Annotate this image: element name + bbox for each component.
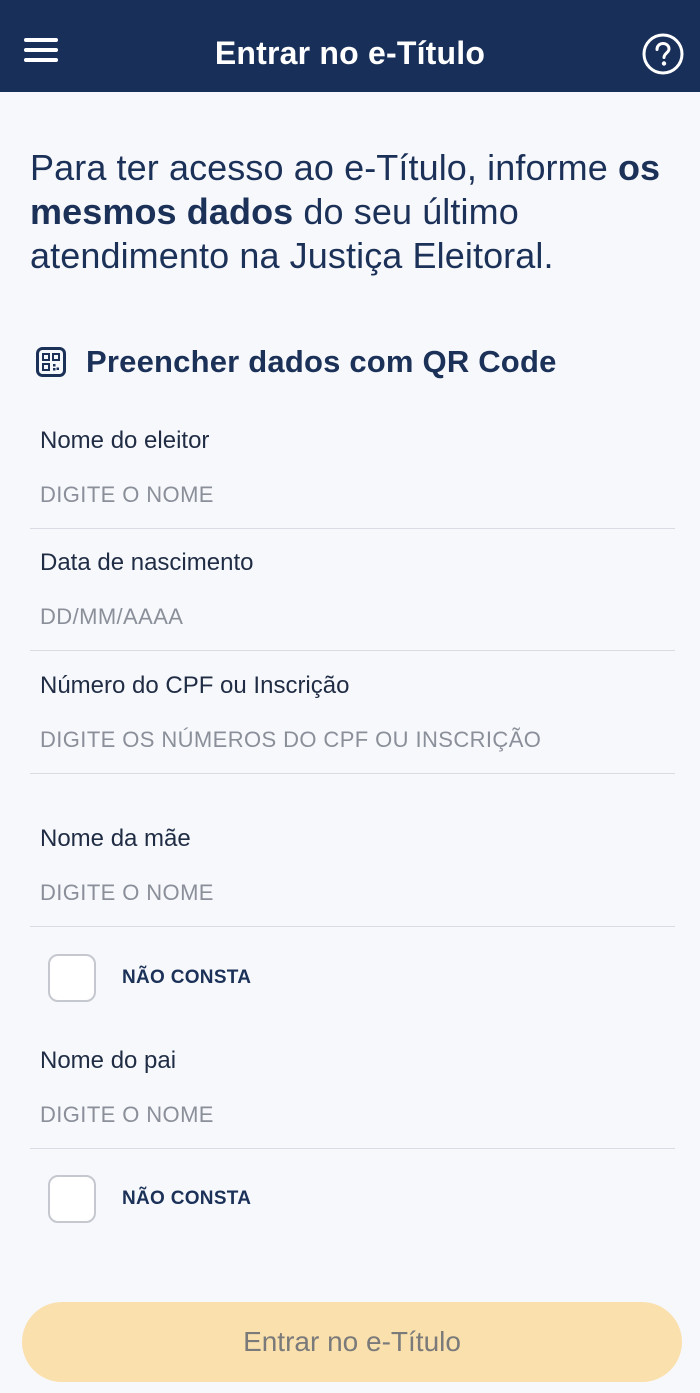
birth-date-label: Data de nascimento [40,549,254,576]
login-submit-button[interactable]: Entrar no e-Título [22,1302,682,1382]
mother-not-listed-label: NÃO CONSTA [122,967,252,988]
mother-name-input[interactable] [40,879,660,907]
cpf-input[interactable] [40,726,660,754]
help-icon[interactable] [641,32,685,76]
father-not-listed-checkbox[interactable] [48,1175,96,1223]
father-not-listed-checkbox-row[interactable]: NÃO CONSTA [48,1175,251,1223]
qr-code-icon [36,347,66,377]
father-name-input[interactable] [40,1101,660,1129]
mother-not-listed-checkbox-row[interactable]: NÃO CONSTA [48,954,251,1002]
intro-text: Para ter acesso ao e-Título, informe os … [30,146,680,278]
father-name-label: Nome do pai [40,1047,177,1074]
birth-date-input[interactable] [40,603,660,631]
intro-text-part1: Para ter acesso ao e-Título, informe [30,147,618,188]
qr-code-fill-label: Preencher dados com QR Code [86,344,557,379]
voter-name-field: Nome do eleitor [30,418,675,529]
cpf-label: Número do CPF ou Inscrição [40,672,350,699]
app-header: Entrar no e-Título [0,0,700,92]
father-not-listed-label: NÃO CONSTA [122,1188,252,1209]
mother-name-field: Nome da mãe [30,816,675,927]
birth-date-field: Data de nascimento [30,541,675,651]
page-title: Entrar no e-Título [214,35,486,71]
qr-code-fill-button[interactable]: Preencher dados com QR Code [36,340,557,384]
voter-name-input[interactable] [40,481,660,509]
mother-not-listed-checkbox[interactable] [48,954,96,1002]
father-name-field: Nome do pai [30,1038,675,1149]
cpf-field: Número do CPF ou Inscrição [30,664,675,774]
mother-name-label: Nome da mãe [40,825,191,852]
voter-name-label: Nome do eleitor [40,427,210,454]
